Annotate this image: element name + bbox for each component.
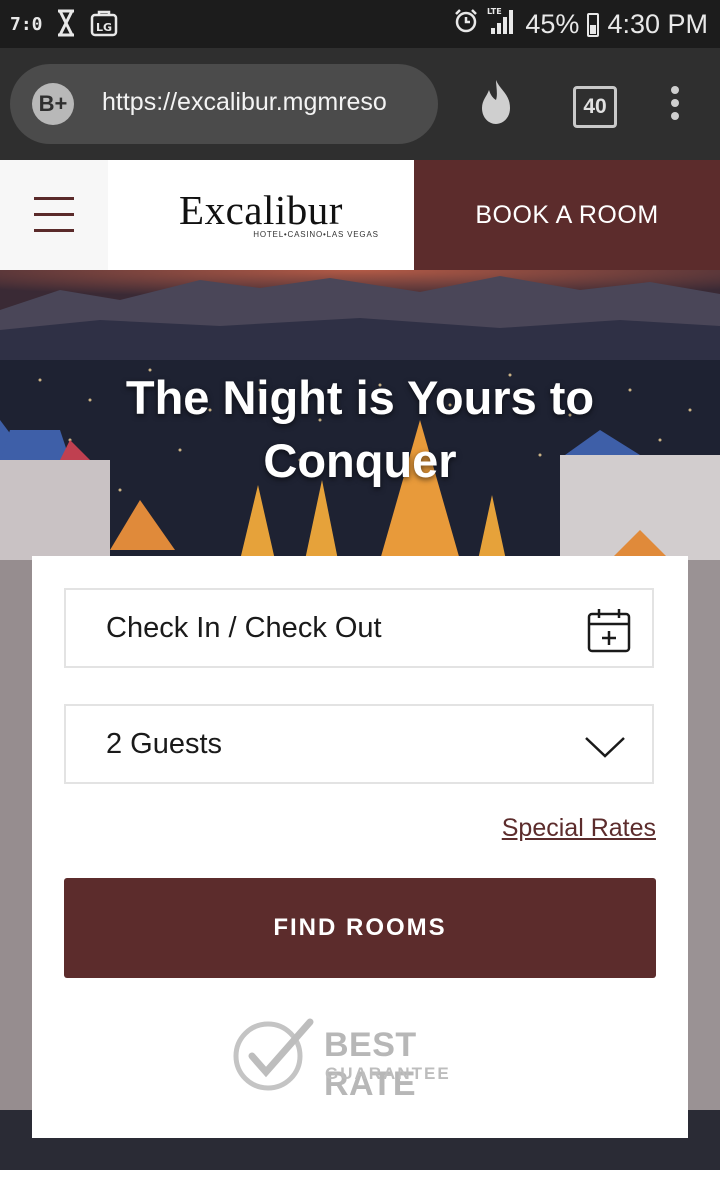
booking-card: Check In / Check Out 2 Guests Special Ra… (32, 556, 688, 1138)
alarm-clock-icon (453, 8, 479, 41)
calendar-add-icon[interactable] (586, 606, 632, 659)
lg-icon: LG (90, 9, 118, 42)
guests-select[interactable]: 2 Guests (64, 704, 654, 784)
hero-title: The Night is Yours to Conquer (125, 371, 595, 487)
signal-icon: LTE (487, 6, 517, 43)
site-header: Excalibur HOTEL•CASINO•LAS VEGAS BOOK A … (0, 160, 720, 270)
battery-icon (587, 12, 600, 37)
logo-subtitle: HOTEL•CASINO•LAS VEGAS (253, 230, 379, 239)
svg-text:7:00: 7:00 (10, 14, 42, 35)
guests-value: 2 Guests (106, 728, 223, 760)
battery-percent: 45% (525, 9, 580, 39)
dates-placeholder: Check In / Check Out (106, 612, 382, 644)
flame-icon[interactable] (474, 78, 518, 131)
chevron-down-icon[interactable] (584, 734, 626, 765)
hamburger-menu-icon[interactable] (0, 160, 108, 270)
overflow-menu-icon[interactable] (671, 86, 681, 125)
status-left-icons: 7:00 LG (10, 8, 118, 43)
excalibur-logo[interactable]: Excalibur HOTEL•CASINO•LAS VEGAS (108, 160, 414, 270)
svg-text:LTE: LTE (487, 7, 502, 16)
svg-text:LG: LG (96, 21, 112, 34)
special-rates-link[interactable]: Special Rates (502, 814, 656, 843)
find-rooms-button[interactable]: FIND ROOMS (64, 878, 656, 978)
status-right: LTE 45% 4:30 PM (453, 6, 708, 43)
hourglass-icon (56, 9, 76, 42)
browser-toolbar: B+ https://excalibur.mgmreso 40 (0, 48, 720, 160)
status-bar: 7:00 LG LTE 45% 4:30 PM (0, 0, 720, 48)
url-text[interactable]: https://excalibur.mgmreso (102, 88, 428, 117)
check-in-check-out-field[interactable]: Check In / Check Out (64, 588, 654, 668)
bottom-strip (0, 1170, 720, 1196)
security-grade-badge[interactable]: B+ (32, 83, 74, 125)
best-rate-guarantee-badge: BEST RATE GUARANTEE (232, 1016, 492, 1103)
address-bar[interactable]: B+ https://excalibur.mgmreso (10, 64, 438, 144)
badge-subtitle: GUARANTEE (325, 1064, 451, 1083)
book-a-room-button[interactable]: BOOK A ROOM (414, 160, 720, 270)
logo-text: Excalibur (179, 187, 343, 233)
tab-counter-icon[interactable]: 40 (573, 86, 617, 128)
weather-clock-icon: 7:00 (10, 8, 53, 43)
clock: 4:30 PM (607, 9, 708, 39)
checkmark-circle-icon (233, 1018, 314, 1091)
